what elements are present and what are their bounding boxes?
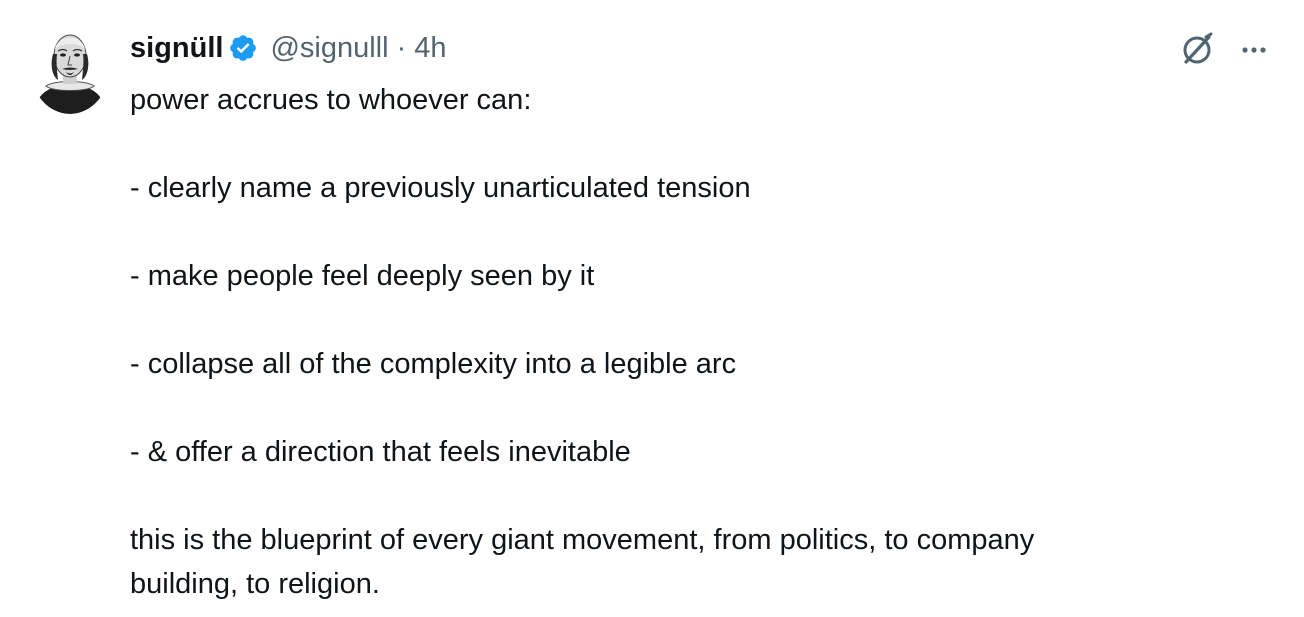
display-name[interactable]: signüll xyxy=(130,32,223,65)
more-options-icon[interactable] xyxy=(1234,30,1274,70)
tweet-card: signüll @signulll · 4h power accrues to … xyxy=(0,0,1304,617)
tweet-line-intro: power accrues to whoever can: xyxy=(130,84,532,116)
tweet-line-point-1: - clearly name a previously unarticulate… xyxy=(130,172,751,204)
tweet-text: power accrues to whoever can: - clearly … xyxy=(130,78,1280,606)
tweet-line-point-2: - make people feel deeply seen by it xyxy=(130,260,595,292)
timestamp[interactable]: 4h xyxy=(414,32,446,65)
avatar[interactable] xyxy=(30,20,110,114)
tweet-line-conclusion-1: this is the blueprint of every giant mov… xyxy=(130,524,1035,556)
separator-dot: · xyxy=(396,31,407,64)
tweet-header: signüll @signulll · 4h xyxy=(130,28,447,68)
tweet-line-point-4: - & offer a direction that feels inevita… xyxy=(130,436,631,468)
shakespeare-portrait-icon xyxy=(30,20,110,114)
tweet-line-conclusion-2: building, to religion. xyxy=(130,568,380,600)
verified-badge-icon xyxy=(228,33,258,63)
grok-icon[interactable] xyxy=(1176,29,1218,71)
user-handle[interactable]: @signulll xyxy=(270,32,388,65)
tweet-line-point-3: - collapse all of the complexity into a … xyxy=(130,348,737,380)
